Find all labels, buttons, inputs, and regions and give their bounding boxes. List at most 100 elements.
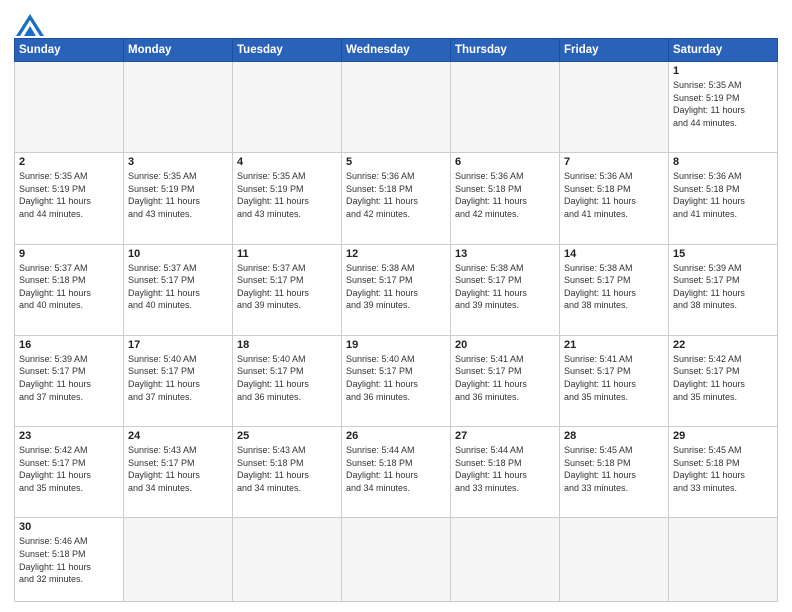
day-number: 10 [128,248,228,260]
day-number: 7 [564,156,664,168]
day-number: 5 [346,156,446,168]
calendar-day-cell [15,62,124,153]
calendar-week-row: 1 Sunrise: 5:35 AM Sunset: 5:19 PM Daylig… [15,62,778,153]
day-number: 28 [564,430,664,442]
weekday-header-row: SundayMondayTuesdayWednesdayThursdayFrid… [15,39,778,62]
day-info: Sunrise: 5:43 AM Sunset: 5:18 PM Dayligh… [237,444,337,494]
calendar-day-cell: 14 Sunrise: 5:38 AM Sunset: 5:17 PM Dayli… [560,244,669,335]
day-number: 13 [455,248,555,260]
calendar-day-cell: 8Sunrise: 5:36 AM Sunset: 5:18 PM Daylig… [669,153,778,244]
day-number: 6 [455,156,555,168]
calendar-day-cell: 23 Sunrise: 5:42 AM Sunset: 5:17 PM Dayli… [15,427,124,518]
calendar-day-cell [560,518,669,602]
calendar-day-cell: 21 Sunrise: 5:41 AM Sunset: 5:17 PM Dayli… [560,335,669,426]
day-info: Sunrise: 5:42 AM Sunset: 5:17 PM Dayligh… [673,353,773,403]
day-info: Sunrise: 5:35 AM Sunset: 5:19 PM Dayligh… [19,170,119,220]
day-number: 15 [673,248,773,260]
day-info: Sunrise: 5:37 AM Sunset: 5:17 PM Dayligh… [128,262,228,312]
calendar-day-cell [233,518,342,602]
calendar-day-cell: 24 Sunrise: 5:43 AM Sunset: 5:17 PM Dayli… [124,427,233,518]
day-number: 19 [346,339,446,351]
calendar-day-cell: 22 Sunrise: 5:42 AM Sunset: 5:17 PM Dayli… [669,335,778,426]
day-info: Sunrise: 5:45 AM Sunset: 5:18 PM Dayligh… [564,444,664,494]
page: SundayMondayTuesdayWednesdayThursdayFrid… [0,0,792,612]
day-info: Sunrise: 5:36 AM Sunset: 5:18 PM Dayligh… [673,170,773,220]
calendar-day-cell: 20Sunrise: 5:41 AM Sunset: 5:17 PM Dayli… [451,335,560,426]
day-number: 18 [237,339,337,351]
weekday-header-thursday: Thursday [451,39,560,62]
calendar-day-cell: 28 Sunrise: 5:45 AM Sunset: 5:18 PM Dayli… [560,427,669,518]
day-number: 11 [237,248,337,260]
calendar-day-cell: 9 Sunrise: 5:37 AM Sunset: 5:18 PM Daylig… [15,244,124,335]
calendar-day-cell: 1 Sunrise: 5:35 AM Sunset: 5:19 PM Daylig… [669,62,778,153]
day-info: Sunrise: 5:37 AM Sunset: 5:18 PM Dayligh… [19,262,119,312]
day-info: Sunrise: 5:39 AM Sunset: 5:17 PM Dayligh… [19,353,119,403]
day-info: Sunrise: 5:42 AM Sunset: 5:17 PM Dayligh… [19,444,119,494]
day-number: 4 [237,156,337,168]
day-number: 27 [455,430,555,442]
day-number: 9 [19,248,119,260]
day-info: Sunrise: 5:41 AM Sunset: 5:17 PM Dayligh… [564,353,664,403]
calendar-day-cell: 13 Sunrise: 5:38 AM Sunset: 5:17 PM Dayli… [451,244,560,335]
calendar-day-cell: 12Sunrise: 5:38 AM Sunset: 5:17 PM Dayli… [342,244,451,335]
day-number: 17 [128,339,228,351]
day-number: 1 [673,65,773,77]
day-number: 2 [19,156,119,168]
calendar-day-cell: 3 Sunrise: 5:35 AM Sunset: 5:19 PM Daylig… [124,153,233,244]
day-number: 25 [237,430,337,442]
calendar-day-cell: 10 Sunrise: 5:37 AM Sunset: 5:17 PM Dayli… [124,244,233,335]
day-info: Sunrise: 5:40 AM Sunset: 5:17 PM Dayligh… [346,353,446,403]
day-info: Sunrise: 5:38 AM Sunset: 5:17 PM Dayligh… [564,262,664,312]
day-info: Sunrise: 5:38 AM Sunset: 5:17 PM Dayligh… [455,262,555,312]
calendar-day-cell: 7Sunrise: 5:36 AM Sunset: 5:18 PM Daylig… [560,153,669,244]
calendar-day-cell: 11 Sunrise: 5:37 AM Sunset: 5:17 PM Dayli… [233,244,342,335]
day-info: Sunrise: 5:35 AM Sunset: 5:19 PM Dayligh… [237,170,337,220]
calendar-day-cell [451,62,560,153]
calendar-day-cell [124,518,233,602]
day-number: 22 [673,339,773,351]
day-number: 26 [346,430,446,442]
calendar-table: SundayMondayTuesdayWednesdayThursdayFrid… [14,38,778,602]
day-info: Sunrise: 5:40 AM Sunset: 5:17 PM Dayligh… [128,353,228,403]
calendar-day-cell: 27Sunrise: 5:44 AM Sunset: 5:18 PM Dayli… [451,427,560,518]
calendar-day-cell [451,518,560,602]
weekday-header-saturday: Saturday [669,39,778,62]
calendar-day-cell [342,62,451,153]
day-info: Sunrise: 5:38 AM Sunset: 5:17 PM Dayligh… [346,262,446,312]
day-info: Sunrise: 5:36 AM Sunset: 5:18 PM Dayligh… [346,170,446,220]
calendar-day-cell: 16Sunrise: 5:39 AM Sunset: 5:17 PM Dayli… [15,335,124,426]
calendar-week-row: 30 Sunrise: 5:46 AM Sunset: 5:18 PM Dayli… [15,518,778,602]
day-number: 20 [455,339,555,351]
calendar-week-row: 9 Sunrise: 5:37 AM Sunset: 5:18 PM Daylig… [15,244,778,335]
day-number: 23 [19,430,119,442]
calendar-day-cell: 2 Sunrise: 5:35 AM Sunset: 5:19 PM Daylig… [15,153,124,244]
calendar-day-cell [560,62,669,153]
header [14,10,778,32]
calendar-week-row: 23 Sunrise: 5:42 AM Sunset: 5:17 PM Dayli… [15,427,778,518]
day-info: Sunrise: 5:35 AM Sunset: 5:19 PM Dayligh… [128,170,228,220]
weekday-header-monday: Monday [124,39,233,62]
day-info: Sunrise: 5:39 AM Sunset: 5:17 PM Dayligh… [673,262,773,312]
day-number: 30 [19,521,119,533]
day-number: 24 [128,430,228,442]
calendar-week-row: 16Sunrise: 5:39 AM Sunset: 5:17 PM Dayli… [15,335,778,426]
calendar-day-cell: 18 Sunrise: 5:40 AM Sunset: 5:17 PM Dayli… [233,335,342,426]
calendar-day-cell: 17 Sunrise: 5:40 AM Sunset: 5:17 PM Dayli… [124,335,233,426]
calendar-day-cell: 19 Sunrise: 5:40 AM Sunset: 5:17 PM Dayli… [342,335,451,426]
day-info: Sunrise: 5:46 AM Sunset: 5:18 PM Dayligh… [19,535,119,585]
calendar-day-cell [124,62,233,153]
day-info: Sunrise: 5:44 AM Sunset: 5:18 PM Dayligh… [346,444,446,494]
day-info: Sunrise: 5:37 AM Sunset: 5:17 PM Dayligh… [237,262,337,312]
day-info: Sunrise: 5:40 AM Sunset: 5:17 PM Dayligh… [237,353,337,403]
calendar-day-cell: 4 Sunrise: 5:35 AM Sunset: 5:19 PM Daylig… [233,153,342,244]
weekday-header-sunday: Sunday [15,39,124,62]
weekday-header-tuesday: Tuesday [233,39,342,62]
calendar-day-cell: 26 Sunrise: 5:44 AM Sunset: 5:18 PM Dayli… [342,427,451,518]
logo-icon [16,14,44,36]
day-info: Sunrise: 5:43 AM Sunset: 5:17 PM Dayligh… [128,444,228,494]
day-info: Sunrise: 5:35 AM Sunset: 5:19 PM Dayligh… [673,79,773,129]
day-number: 21 [564,339,664,351]
calendar-day-cell [669,518,778,602]
day-number: 14 [564,248,664,260]
day-number: 3 [128,156,228,168]
